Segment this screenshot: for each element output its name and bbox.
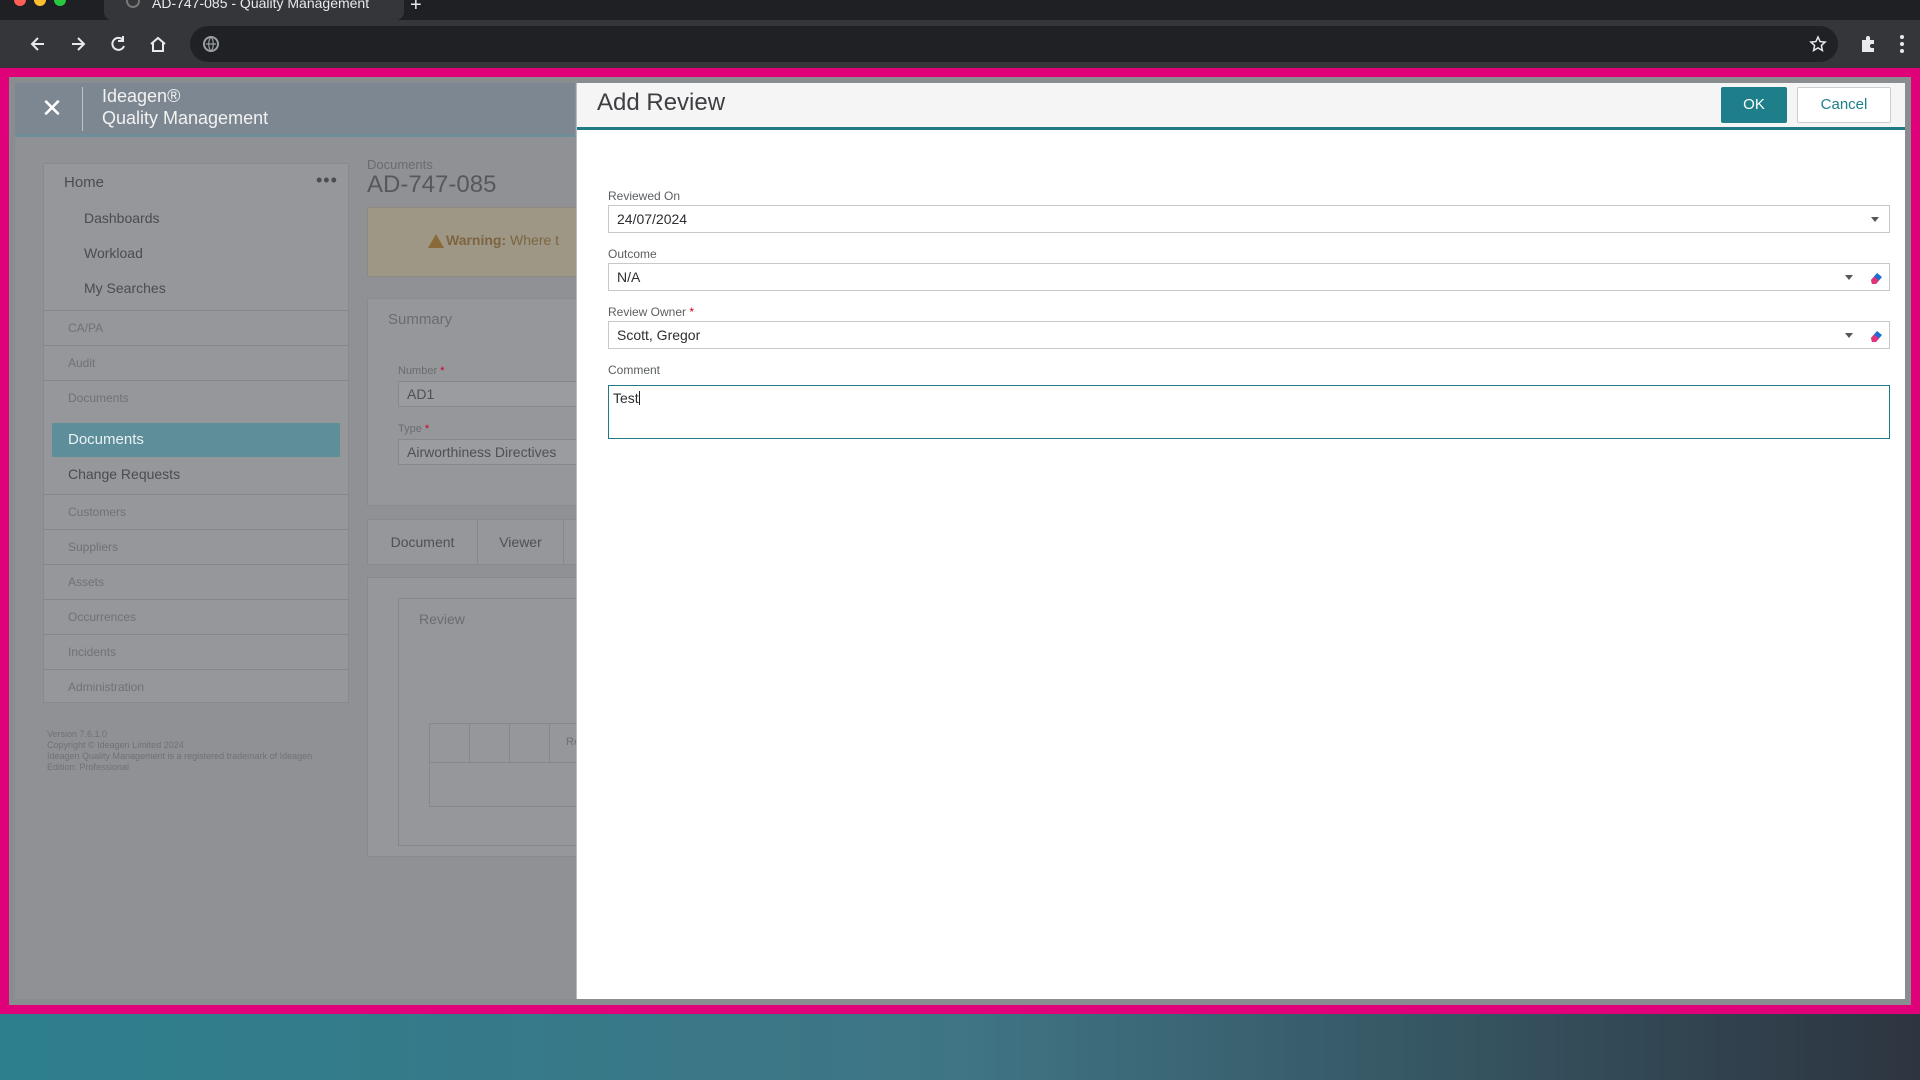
number-label: Number * bbox=[398, 365, 444, 377]
sidebar-section-assets[interactable]: Assets bbox=[44, 564, 348, 599]
back-icon[interactable] bbox=[22, 28, 54, 60]
extensions-puzzle-icon[interactable] bbox=[1852, 28, 1884, 60]
browser-tabstrip: AD-747-085 - Quality Management + bbox=[0, 0, 1920, 20]
tab-title: AD-747-085 - Quality Management bbox=[152, 0, 370, 11]
clear-eraser-icon[interactable] bbox=[1869, 270, 1885, 284]
required-marker: * bbox=[440, 365, 445, 377]
comment-textarea[interactable]: Test bbox=[608, 385, 1890, 439]
tab-favicon-icon bbox=[126, 0, 140, 8]
summary-title: Summary bbox=[388, 311, 453, 328]
header-divider bbox=[82, 87, 83, 131]
brand-logo: Ideagen® Quality Management bbox=[102, 85, 268, 129]
dialog-header: Add Review OK Cancel bbox=[577, 83, 1905, 130]
cancel-button[interactable]: Cancel bbox=[1797, 87, 1891, 123]
maximize-window-dot[interactable] bbox=[54, 0, 66, 6]
number-label-text: Number bbox=[398, 365, 438, 377]
footer-line: Version 7.6.1.0 bbox=[47, 729, 108, 739]
sidebar: Home ••• Dashboards Workload My Searches… bbox=[43, 163, 349, 703]
comment-label: Comment bbox=[608, 363, 661, 377]
close-icon[interactable]: ✕ bbox=[37, 93, 67, 123]
footer-line: Ideagen Quality Management is a register… bbox=[47, 751, 313, 761]
desktop-background bbox=[0, 1014, 1920, 1080]
tab-document[interactable]: Document bbox=[368, 520, 478, 564]
reviewed-on-label: Reviewed On bbox=[608, 189, 681, 203]
comment-value: Test bbox=[613, 390, 639, 406]
sidebar-item-workload[interactable]: Workload bbox=[84, 245, 143, 261]
review-panel: Review Re bbox=[367, 577, 610, 857]
sidebar-item-dashboards[interactable]: Dashboards bbox=[84, 210, 160, 226]
sidebar-section-suppliers[interactable]: Suppliers bbox=[44, 529, 348, 564]
app-frame: ✕ Ideagen® Quality Management Home ••• D… bbox=[0, 68, 1920, 1014]
type-label-text: Type bbox=[398, 423, 422, 435]
outcome-value: N/A bbox=[617, 269, 641, 285]
review-owner-field[interactable]: Scott, Gregor bbox=[608, 321, 1890, 349]
browser-menu-icon[interactable] bbox=[1886, 28, 1918, 60]
more-options-icon[interactable]: ••• bbox=[316, 170, 338, 191]
footer-line: Copyright © Ideagen Limited 2024 bbox=[47, 740, 184, 750]
sidebar-section-incidents[interactable]: Incidents bbox=[44, 634, 348, 669]
document-tabs: Document Viewer bbox=[367, 519, 607, 565]
address-bar[interactable] bbox=[190, 26, 1838, 62]
sidebar-section-audit[interactable]: Audit bbox=[44, 345, 348, 380]
sidebar-item-documents[interactable]: Documents bbox=[52, 423, 340, 457]
browser-tab[interactable]: AD-747-085 - Quality Management bbox=[104, 0, 404, 20]
sidebar-section-documents[interactable]: Documents bbox=[44, 380, 348, 415]
warning-text: Warning: Where t bbox=[446, 232, 559, 248]
new-tab-button[interactable]: + bbox=[410, 0, 422, 17]
ok-button[interactable]: OK bbox=[1721, 87, 1787, 123]
warning-banner: Warning: Where t bbox=[367, 207, 607, 277]
sidebar-section-occurrences[interactable]: Occurrences bbox=[44, 599, 348, 634]
browser-toolbar bbox=[0, 20, 1920, 68]
outcome-field[interactable]: N/A bbox=[608, 263, 1890, 291]
sidebar-section-capa[interactable]: CA/PA bbox=[44, 310, 348, 345]
reviewed-on-field[interactable]: 24/07/2024 bbox=[608, 205, 1890, 233]
review-section-title: Review bbox=[419, 611, 465, 627]
sidebar-item-change-requests[interactable]: Change Requests bbox=[68, 466, 180, 482]
minimize-window-dot[interactable] bbox=[34, 0, 46, 6]
review-owner-label-text: Review Owner bbox=[608, 305, 687, 319]
bookmark-star-icon[interactable] bbox=[1802, 28, 1834, 60]
reviewed-on-value: 24/07/2024 bbox=[617, 211, 688, 227]
chevron-down-icon[interactable] bbox=[1845, 275, 1853, 280]
version-footer: Version 7.6.1.0 Copyright © Ideagen Limi… bbox=[47, 729, 337, 773]
outcome-label: Outcome bbox=[608, 247, 657, 261]
tab-viewer[interactable]: Viewer bbox=[478, 520, 564, 564]
warning-label: Warning: bbox=[446, 232, 507, 248]
grid-column bbox=[510, 724, 550, 762]
required-marker: * bbox=[424, 423, 430, 435]
dialog-title: Add Review bbox=[597, 89, 726, 116]
text-cursor bbox=[638, 391, 640, 405]
sidebar-section-administration[interactable]: Administration bbox=[44, 669, 348, 704]
close-window-dot[interactable] bbox=[14, 0, 26, 6]
home-icon[interactable] bbox=[142, 28, 174, 60]
forward-icon[interactable] bbox=[62, 28, 94, 60]
sidebar-item-home[interactable]: Home bbox=[64, 174, 104, 191]
site-info-icon[interactable] bbox=[202, 35, 220, 53]
clear-eraser-icon[interactable] bbox=[1869, 328, 1885, 342]
grid-column bbox=[470, 724, 510, 762]
grid-column bbox=[430, 724, 470, 762]
brand-line1: Ideagen® bbox=[102, 86, 181, 106]
chevron-down-icon[interactable] bbox=[1871, 217, 1879, 222]
warning-message: Where t bbox=[510, 232, 560, 248]
app-window: ✕ Ideagen® Quality Management Home ••• D… bbox=[15, 83, 1905, 999]
warning-icon bbox=[428, 234, 444, 248]
page-title: AD-747-085 bbox=[367, 171, 497, 198]
type-label: Type * bbox=[398, 423, 429, 435]
sidebar-section-customers[interactable]: Customers bbox=[44, 494, 348, 529]
breadcrumb[interactable]: Documents bbox=[367, 157, 433, 172]
review-owner-value: Scott, Gregor bbox=[617, 327, 701, 343]
brand-line2: Quality Management bbox=[102, 108, 269, 128]
sidebar-item-my-searches[interactable]: My Searches bbox=[84, 280, 166, 296]
reload-icon[interactable] bbox=[102, 28, 134, 60]
footer-line: Edition: Professional bbox=[47, 762, 130, 772]
app-header: ✕ Ideagen® Quality Management bbox=[15, 83, 575, 137]
chevron-down-icon[interactable] bbox=[1845, 333, 1853, 338]
review-owner-label: Review Owner * bbox=[608, 305, 694, 319]
required-marker: * bbox=[689, 305, 695, 319]
add-review-dialog: Add Review OK Cancel Reviewed On 24/07/2… bbox=[576, 83, 1905, 999]
summary-panel: Summary Number * AD1 Type * Airworthines… bbox=[367, 298, 608, 506]
